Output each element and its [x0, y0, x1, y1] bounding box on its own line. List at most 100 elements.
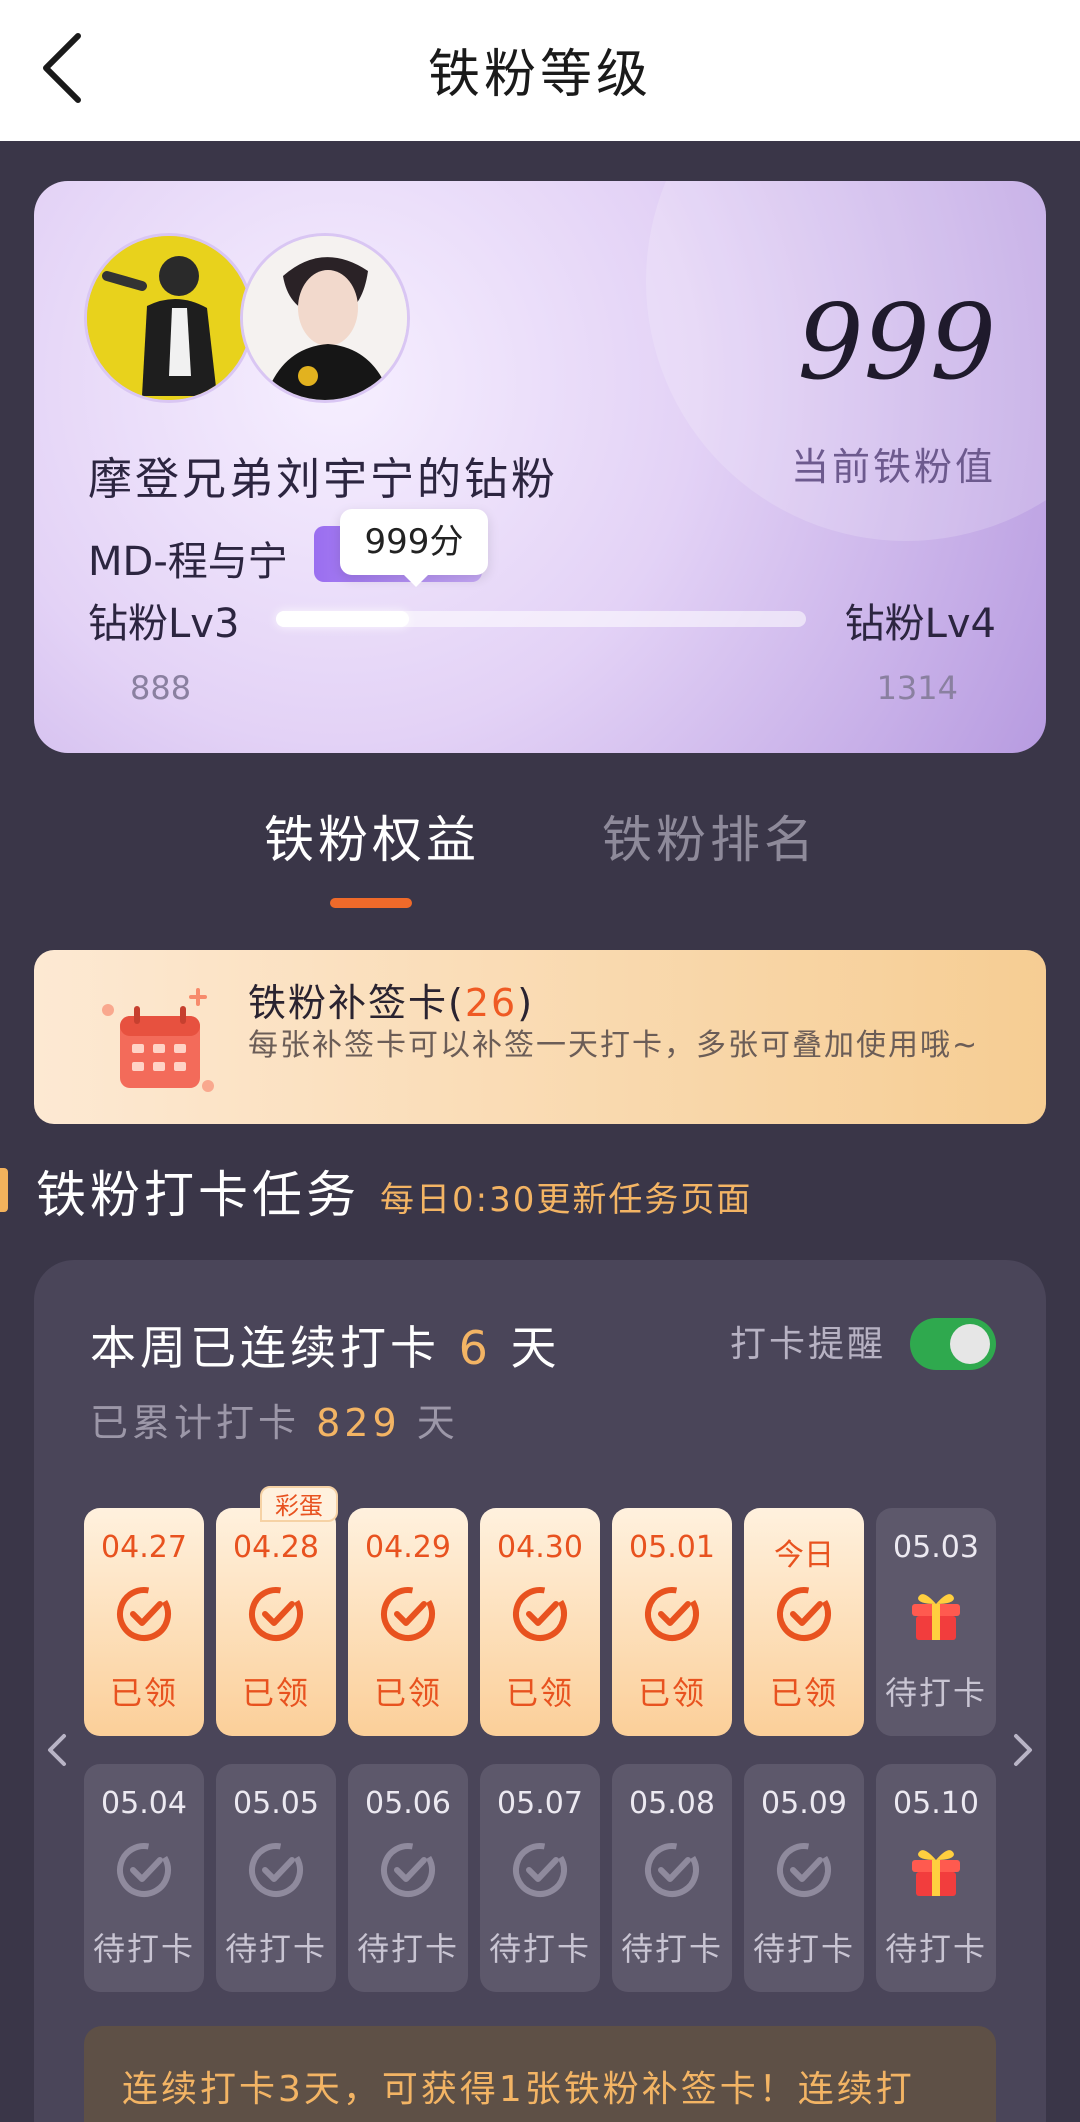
tab-benefits[interactable]: 铁粉权益	[264, 800, 480, 872]
checkin-day-date: 05.07	[497, 1786, 583, 1821]
tab-ranking[interactable]: 铁粉排名	[602, 800, 818, 872]
check-icon	[510, 1584, 570, 1644]
checkin-day-date: 05.09	[761, 1786, 847, 1821]
level-max-value: 1314	[876, 669, 958, 707]
checkin-day[interactable]: 05.08 待打卡	[612, 1764, 732, 1992]
level-progress-bar	[276, 611, 806, 627]
checkin-day[interactable]: 05.06 待打卡	[348, 1764, 468, 1992]
checkin-day-date: 04.29	[365, 1530, 451, 1565]
check-icon	[510, 1840, 570, 1900]
level-min-value: 888	[130, 669, 192, 707]
avatar-person-icon	[243, 236, 407, 400]
check-icon	[378, 1584, 438, 1644]
checkin-day-date: 05.01	[629, 1530, 715, 1565]
checkin-day[interactable]: 05.07 待打卡	[480, 1764, 600, 1992]
calendar-icon	[102, 988, 214, 1092]
streak-suffix: 天	[510, 1321, 561, 1375]
checkin-day[interactable]: 05.04 待打卡	[84, 1764, 204, 1992]
fan-level-card: 999 当前铁粉值 摩登兄弟刘宇宁的钻粉 MD-程与宁 999分 钻粉Lv3 钻…	[34, 181, 1046, 753]
gift-icon	[906, 1584, 966, 1644]
level-progress-fill	[276, 611, 409, 627]
reward-info-bar: 连续打卡3天，可获得1张铁粉补签卡！连续打	[84, 2026, 996, 2122]
total-text: 已累计打卡 829 天	[90, 1392, 459, 1447]
top-bar: 铁粉等级	[0, 0, 1080, 141]
checkin-day-date: 04.27	[101, 1530, 187, 1565]
easter-egg-badge: 彩蛋	[260, 1486, 338, 1522]
makeup-card-title: 铁粉补签卡(26)	[248, 972, 534, 1027]
check-icon	[114, 1840, 174, 1900]
check-icon	[642, 1584, 702, 1644]
checkin-card: 本周已连续打卡 6 天 已累计打卡 829 天 打卡提醒 04.27 已领 04.2…	[34, 1260, 1046, 2122]
checkin-day-status: 待打卡	[488, 1930, 591, 1968]
checkin-day-date: 05.05	[233, 1786, 319, 1821]
check-icon	[642, 1840, 702, 1900]
makeup-card-title-end: )	[517, 981, 535, 1025]
checkin-day-status: 待打卡	[224, 1930, 327, 1968]
avatar[interactable]	[84, 233, 254, 403]
check-icon	[246, 1840, 306, 1900]
toggle-knob	[950, 1324, 990, 1364]
checkin-day-status: 待打卡	[92, 1930, 195, 1968]
checkin-day-status: 待打卡	[884, 1674, 987, 1712]
checkin-day-status: 已领	[109, 1674, 178, 1712]
makeup-card-desc: 每张补签卡可以补签一天打卡，多张可叠加使用哦~	[248, 1028, 980, 1063]
reminder-label: 打卡提醒	[730, 1324, 887, 1365]
page-title: 铁粉等级	[427, 45, 652, 105]
checkin-day[interactable]: 04.30 已领	[480, 1508, 600, 1736]
checkin-day[interactable]: 04.29 已领	[348, 1508, 468, 1736]
checkin-day-status: 待打卡	[884, 1930, 987, 1968]
level-current: 钻粉Lv3	[88, 601, 240, 647]
level-next: 钻粉Lv4	[844, 601, 996, 647]
checkin-day[interactable]: 05.10 待打卡	[876, 1764, 996, 1992]
check-icon	[774, 1584, 834, 1644]
chevron-right-icon[interactable]	[1008, 1730, 1038, 1770]
checkin-day-date: 05.04	[101, 1786, 187, 1821]
tab-bar: 铁粉权益 铁粉排名	[0, 800, 1080, 910]
chevron-left-icon[interactable]	[42, 1730, 72, 1770]
checkin-day-date: 04.28	[233, 1530, 319, 1565]
checkin-day-status: 已领	[373, 1674, 442, 1712]
checkin-day-date: 05.08	[629, 1786, 715, 1821]
checkin-day-date: 05.06	[365, 1786, 451, 1821]
check-icon	[114, 1584, 174, 1644]
streak-prefix: 本周已连续打卡	[90, 1321, 440, 1375]
checkin-day[interactable]: 04.28 已领 彩蛋	[216, 1486, 338, 1736]
makeup-card-count: 26	[464, 981, 518, 1025]
makeup-card-banner[interactable]: 铁粉补签卡(26) 每张补签卡可以补签一天打卡，多张可叠加使用哦~	[34, 950, 1046, 1124]
section-title: 铁粉打卡任务	[36, 1166, 360, 1224]
total-prefix: 已累计打卡	[90, 1401, 301, 1445]
gift-icon	[906, 1840, 966, 1900]
section-subtitle: 每日0:30更新任务页面	[380, 1180, 753, 1220]
checkin-day-date: 04.30	[497, 1530, 583, 1565]
check-icon	[774, 1840, 834, 1900]
checkin-day-date: 05.10	[893, 1786, 979, 1821]
checkin-day-date: 今日	[774, 1538, 834, 1573]
checkin-day[interactable]: 04.27 已领	[84, 1508, 204, 1736]
checkin-day[interactable]: 05.09 待打卡	[744, 1764, 864, 1992]
score-bubble: 999分	[340, 509, 488, 587]
avatar[interactable]	[240, 233, 410, 403]
reward-text: 连续打卡3天，可获得1张铁粉补签卡！连续打	[122, 2069, 915, 2110]
checkin-day-status: 待打卡	[752, 1930, 855, 1968]
tab-active-indicator	[330, 898, 412, 908]
checkin-day-status: 已领	[505, 1674, 574, 1712]
total-days: 829	[316, 1401, 401, 1445]
streak-text: 本周已连续打卡 6 天	[90, 1312, 561, 1378]
fan-title: 摩登兄弟刘宇宁的钻粉	[88, 454, 558, 505]
makeup-card-title-text: 铁粉补签卡(	[248, 981, 465, 1025]
fan-value: 999	[797, 281, 996, 403]
checkin-day[interactable]: 今日 已领	[744, 1508, 864, 1736]
checkin-day-status: 已领	[241, 1674, 310, 1712]
checkin-day-status: 已领	[637, 1674, 706, 1712]
checkin-day[interactable]: 05.05 待打卡	[216, 1764, 336, 1992]
total-suffix: 天	[416, 1401, 459, 1445]
reminder-toggle[interactable]	[910, 1318, 996, 1370]
checkin-day[interactable]: 05.01 已领	[612, 1508, 732, 1736]
checkin-day-status: 已领	[769, 1674, 838, 1712]
fan-value-label: 当前铁粉值	[790, 445, 996, 489]
checkin-day-status: 待打卡	[356, 1930, 459, 1968]
checkin-day-date: 05.03	[893, 1530, 979, 1565]
section-marker	[0, 1168, 8, 1212]
checkin-day[interactable]: 05.03 待打卡	[876, 1508, 996, 1736]
fan-nickname: MD-程与宁	[88, 539, 288, 585]
